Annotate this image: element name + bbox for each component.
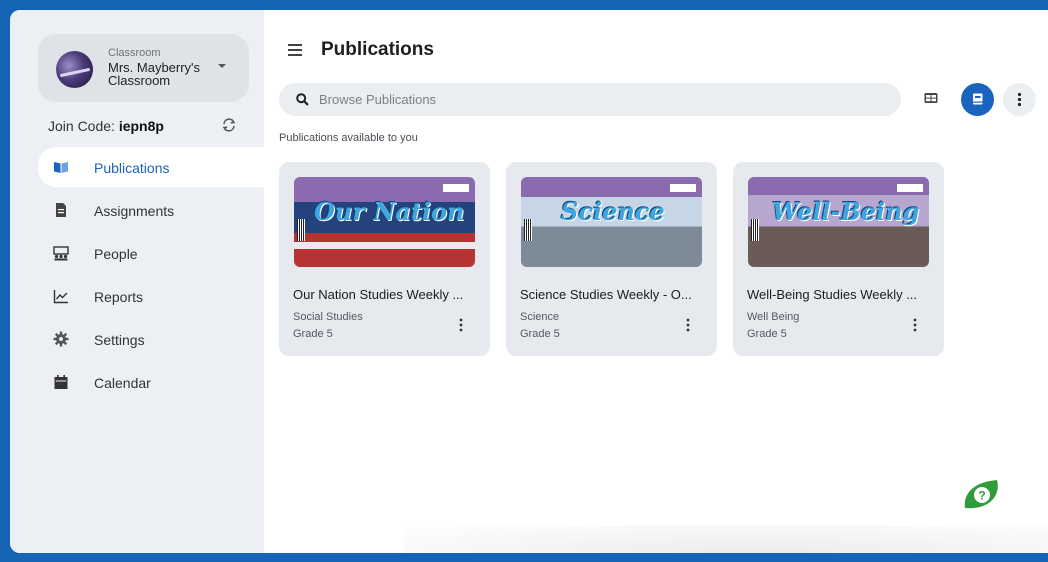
publication-card[interactable]: Science Science Studies Weekly - O... Sc… — [506, 162, 717, 356]
chart-icon — [53, 290, 68, 304]
card-grade: Grade 5 — [293, 328, 333, 340]
card-subject: Well Being — [747, 311, 800, 323]
card-subject: Science — [520, 311, 560, 323]
sidebar-nav: Publications Assignments People Reports … — [38, 147, 264, 405]
sidebar-item-label: Reports — [94, 289, 144, 305]
publication-card[interactable]: Well-Being Well-Being Studies Weekly ...… — [733, 162, 944, 356]
barcode-graphic — [297, 219, 305, 241]
list-view-icon[interactable] — [922, 89, 940, 107]
join-code-row: Join Code: iepn8p — [48, 118, 248, 134]
sidebar-item-label: Assignments — [94, 203, 175, 219]
section-subheading: Publications available to you — [279, 132, 418, 144]
sidebar-item-settings[interactable]: Settings — [38, 319, 264, 359]
menu-icon[interactable] — [288, 44, 302, 56]
book-view-icon — [973, 93, 983, 105]
book-icon — [54, 162, 68, 173]
join-code-label: Join Code: — [48, 118, 119, 134]
card-title: Well-Being Studies Weekly ... — [747, 287, 918, 302]
barcode-graphic — [524, 219, 532, 241]
bottom-shadow — [404, 525, 1048, 553]
calendar-icon — [54, 375, 68, 389]
card-title: Science Studies Weekly - O... — [520, 287, 692, 302]
publication-card[interactable]: Our Nation Our Nation Studies Weekly ...… — [279, 162, 490, 356]
card-subject: Social Studies — [293, 311, 363, 323]
refresh-icon[interactable] — [220, 116, 238, 134]
cover-title: Science — [561, 197, 665, 226]
chevron-down-icon — [218, 64, 226, 68]
more-options-button[interactable] — [1003, 83, 1036, 116]
help-button[interactable]: ? — [957, 474, 1005, 514]
sidebar-item-label: Calendar — [94, 375, 151, 391]
sidebar: Classroom Mrs. Mayberry's Classroom Join… — [10, 10, 264, 553]
gear-icon — [53, 331, 69, 347]
classroom-label: Classroom — [108, 47, 161, 59]
publication-cover: Science — [521, 177, 702, 267]
publication-cover: Well-Being — [748, 177, 929, 267]
kebab-menu-icon[interactable] — [682, 317, 694, 333]
main-content: Publications Browse Publications Publica… — [264, 10, 1048, 553]
kebab-menu-icon — [1017, 92, 1022, 107]
barcode-graphic — [751, 219, 759, 241]
sidebar-item-assignments[interactable]: Assignments — [38, 190, 264, 230]
question-mark-icon: ? — [978, 489, 985, 503]
cover-title: Our Nation — [314, 197, 465, 226]
classroom-avatar — [56, 51, 93, 88]
sidebar-item-publications[interactable]: Publications — [38, 147, 264, 187]
sidebar-item-people[interactable]: People — [38, 233, 264, 273]
search-icon — [296, 93, 309, 106]
classroom-name: Mrs. Mayberry's Classroom — [108, 60, 201, 88]
kebab-menu-icon[interactable] — [909, 317, 921, 333]
search-input[interactable] — [319, 83, 879, 116]
cover-title: Well-Being — [772, 197, 920, 226]
week-label-badge — [670, 184, 696, 192]
card-grade: Grade 5 — [747, 328, 787, 340]
sidebar-item-label: Publications — [94, 160, 170, 176]
week-label-badge — [897, 184, 923, 192]
sidebar-item-calendar[interactable]: Calendar — [38, 362, 264, 402]
card-view-button[interactable] — [961, 83, 994, 116]
card-grade: Grade 5 — [520, 328, 560, 340]
classroom-switcher[interactable]: Classroom Mrs. Mayberry's Classroom — [38, 34, 249, 102]
sidebar-item-reports[interactable]: Reports — [38, 276, 264, 316]
document-icon — [56, 203, 66, 217]
sidebar-item-label: Settings — [94, 332, 145, 348]
page-title: Publications — [321, 39, 434, 60]
search-bar — [279, 83, 901, 116]
week-label-badge — [443, 184, 469, 192]
publication-cover: Our Nation — [294, 177, 475, 267]
app-window: Classroom Mrs. Mayberry's Classroom Join… — [10, 10, 1048, 553]
kebab-menu-icon[interactable] — [455, 317, 467, 333]
join-code-value: iepn8p — [118, 118, 164, 134]
sidebar-item-label: People — [94, 246, 138, 262]
card-title: Our Nation Studies Weekly ... — [293, 287, 464, 302]
people-icon — [53, 246, 69, 261]
